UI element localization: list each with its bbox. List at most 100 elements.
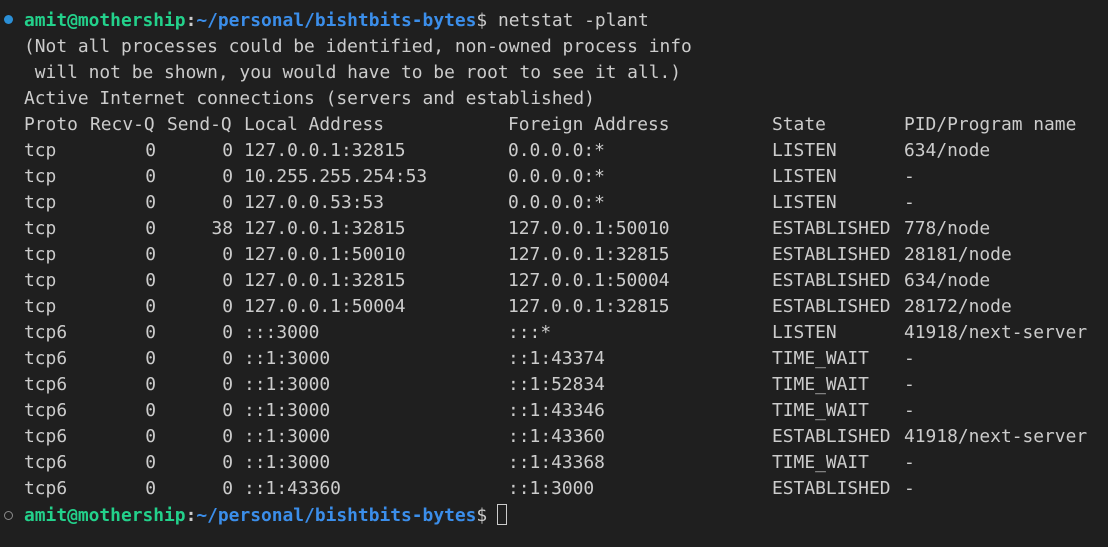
- table-row: tcp6 0 0 ::1:3000 ::1:52834 TIME_WAIT -: [24, 372, 1104, 398]
- table-row: tcp6 0 0 ::1:3000 ::1:43374 TIME_WAIT -: [24, 346, 1104, 372]
- prompt-path: ~/personal/bishtbits-bytes: [196, 505, 477, 526]
- cell-send-q: 0: [222, 244, 233, 265]
- prompt-dollar: $: [476, 10, 488, 31]
- cell-local-address: :::3000: [244, 322, 320, 343]
- header-foreign-address: Foreign Address: [508, 114, 670, 135]
- cell-local-address: ::1:3000: [244, 400, 331, 421]
- cell-foreign-address: 127.0.0.1:32815: [508, 244, 670, 265]
- cell-proto: tcp: [24, 140, 57, 161]
- table-row: tcp6 0 0 ::1:3000 ::1:43346 TIME_WAIT -: [24, 398, 1104, 424]
- cell-recv-q: 0: [145, 478, 156, 499]
- cell-state: TIME_WAIT: [772, 348, 869, 369]
- cell-recv-q: 0: [145, 244, 156, 265]
- cell-send-q: 0: [222, 192, 233, 213]
- header-pid-program: PID/Program name: [904, 114, 1077, 135]
- cell-proto: tcp: [24, 296, 57, 317]
- header-send-q: Send-Q: [167, 114, 232, 135]
- cell-proto: tcp6: [24, 348, 68, 369]
- cell-send-q: 0: [222, 270, 233, 291]
- cell-proto: tcp: [24, 244, 57, 265]
- cell-local-address: ::1:3000: [244, 426, 331, 447]
- prompt-user-host: amit@mothership: [24, 10, 186, 31]
- cell-proto: tcp6: [24, 374, 68, 395]
- cell-proto: tcp6: [24, 400, 68, 421]
- cell-foreign-address: ::1:52834: [508, 374, 605, 395]
- prompt-line-2[interactable]: amit@mothership:~/personal/bishtbits-byt…: [24, 503, 508, 529]
- cell-state: ESTABLISHED: [772, 218, 891, 239]
- table-row: tcp 0 38 127.0.0.1:32815 127.0.0.1:50010…: [24, 216, 1104, 242]
- table-row: tcp 0 0 127.0.0.1:50004 127.0.0.1:32815 …: [24, 294, 1104, 320]
- cell-foreign-address: :::*: [508, 322, 552, 343]
- command-text: netstat -plant: [497, 10, 649, 31]
- cell-pid-program: -: [904, 166, 915, 187]
- cell-proto: tcp6: [24, 322, 68, 343]
- cell-foreign-address: ::1:3000: [508, 478, 595, 499]
- cell-local-address: ::1:3000: [244, 374, 331, 395]
- cell-send-q: 0: [222, 478, 233, 499]
- terminal-view[interactable]: amit@mothership:~/personal/bishtbits-byt…: [0, 0, 1108, 547]
- cell-proto: tcp: [24, 218, 57, 239]
- cell-foreign-address: 127.0.0.1:50004: [508, 270, 670, 291]
- cell-state: LISTEN: [772, 166, 837, 187]
- command-pending-decoration-icon[interactable]: [4, 511, 13, 520]
- prompt-path: ~/personal/bishtbits-bytes: [196, 10, 477, 31]
- cell-proto: tcp6: [24, 426, 68, 447]
- cell-recv-q: 0: [145, 218, 156, 239]
- cell-state: ESTABLISHED: [772, 296, 891, 317]
- cell-foreign-address: ::1:43368: [508, 452, 605, 473]
- header-recv-q: Recv-Q: [90, 114, 155, 135]
- table-row: tcp6 0 0 :::3000 :::* LISTEN 41918/next-…: [24, 320, 1104, 346]
- header-state: State: [772, 114, 826, 135]
- table-row: tcp 0 0 127.0.0.1:32815 127.0.0.1:50004 …: [24, 268, 1104, 294]
- cell-pid-program: 634/node: [904, 140, 991, 161]
- cell-local-address: ::1:3000: [244, 348, 331, 369]
- cell-local-address: 127.0.0.1:32815: [244, 270, 406, 291]
- cell-proto: tcp: [24, 270, 57, 291]
- cell-send-q: 0: [222, 452, 233, 473]
- cell-proto: tcp: [24, 192, 57, 213]
- cell-pid-program: 28172/node: [904, 296, 1012, 317]
- table-row: tcp6 0 0 ::1:3000 ::1:43360 ESTABLISHED …: [24, 424, 1104, 450]
- cell-send-q: 0: [222, 322, 233, 343]
- table-row: tcp 0 0 127.0.0.1:50010 127.0.0.1:32815 …: [24, 242, 1104, 268]
- cell-foreign-address: 0.0.0.0:*: [508, 140, 605, 161]
- cell-proto: tcp: [24, 166, 57, 187]
- prompt-dollar: $: [476, 505, 488, 526]
- cell-recv-q: 0: [145, 270, 156, 291]
- cell-send-q: 0: [222, 374, 233, 395]
- cell-recv-q: 0: [145, 166, 156, 187]
- table-row: tcp6 0 0 ::1:3000 ::1:43368 TIME_WAIT -: [24, 450, 1104, 476]
- cell-send-q: 38: [211, 218, 233, 239]
- cell-state: TIME_WAIT: [772, 374, 869, 395]
- cell-local-address: ::1:43360: [244, 478, 341, 499]
- cell-state: ESTABLISHED: [772, 426, 891, 447]
- prompt-line-1: amit@mothership:~/personal/bishtbits-byt…: [24, 8, 649, 34]
- cell-send-q: 0: [222, 348, 233, 369]
- cell-pid-program: 778/node: [904, 218, 991, 239]
- table-row: tcp6 0 0 ::1:43360 ::1:3000 ESTABLISHED …: [24, 476, 1104, 502]
- cell-send-q: 0: [222, 400, 233, 421]
- cell-recv-q: 0: [145, 452, 156, 473]
- table-row: tcp 0 0 127.0.0.53:53 0.0.0.0:* LISTEN -: [24, 190, 1104, 216]
- command-success-decoration-icon[interactable]: [4, 15, 13, 24]
- cell-local-address: ::1:3000: [244, 452, 331, 473]
- cell-recv-q: 0: [145, 426, 156, 447]
- cell-state: LISTEN: [772, 192, 837, 213]
- cell-local-address: 127.0.0.1:50004: [244, 296, 406, 317]
- cell-recv-q: 0: [145, 322, 156, 343]
- cell-recv-q: 0: [145, 296, 156, 317]
- cell-state: ESTABLISHED: [772, 478, 891, 499]
- cell-pid-program: -: [904, 400, 915, 421]
- cell-foreign-address: ::1:43360: [508, 426, 605, 447]
- header-proto: Proto: [24, 114, 78, 135]
- cell-pid-program: -: [904, 348, 915, 369]
- table-header: Proto Recv-Q Send-Q Local Address Foreig…: [24, 112, 1104, 138]
- notice-line-2: will not be shown, you would have to be …: [24, 62, 682, 83]
- cell-recv-q: 0: [145, 140, 156, 161]
- cell-proto: tcp6: [24, 478, 68, 499]
- cell-send-q: 0: [222, 140, 233, 161]
- cell-foreign-address: 127.0.0.1:50010: [508, 218, 670, 239]
- cell-pid-program: -: [904, 452, 915, 473]
- cell-pid-program: 28181/node: [904, 244, 1012, 265]
- notice-line-1: (Not all processes could be identified, …: [24, 36, 692, 57]
